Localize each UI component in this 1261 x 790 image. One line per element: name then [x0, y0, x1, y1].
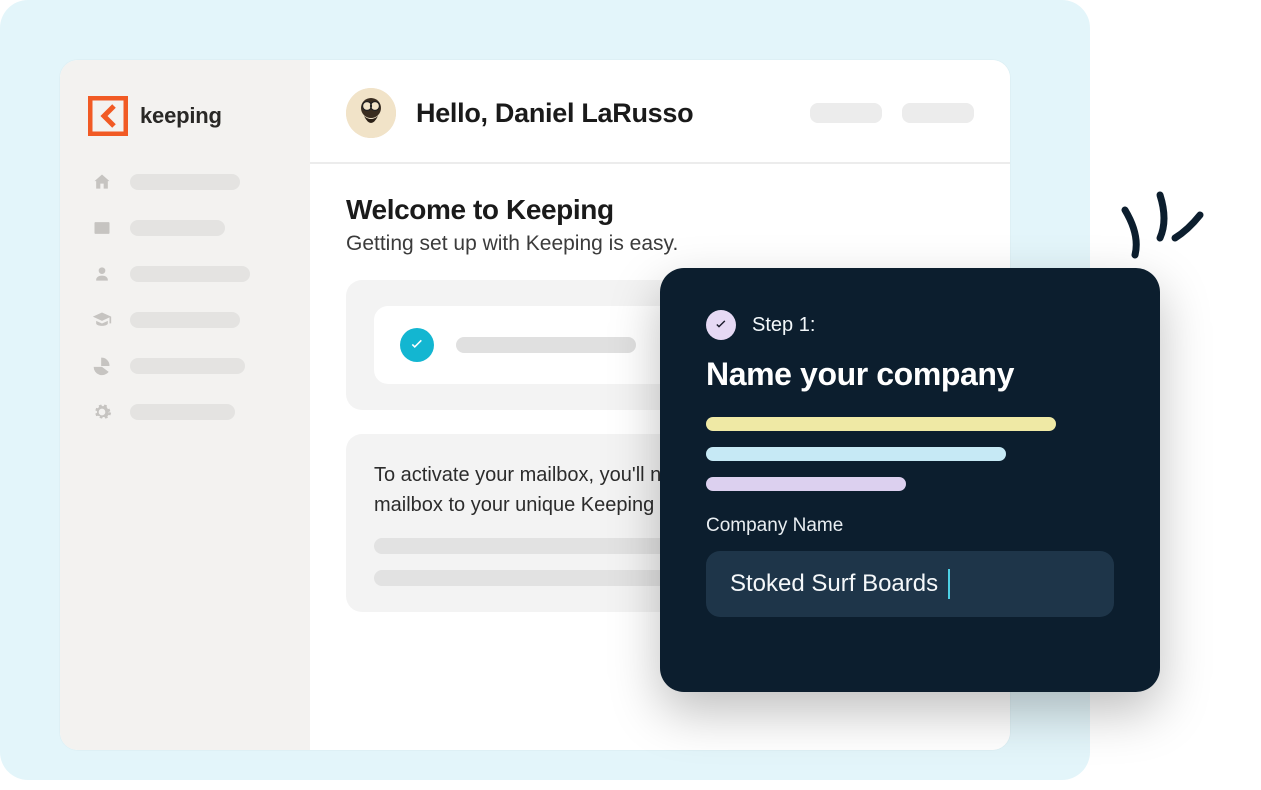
mail-icon: [92, 218, 112, 238]
nav-placeholder: [130, 312, 240, 328]
company-name-value: Stoked Surf Boards: [730, 570, 938, 598]
welcome-block: Welcome to Keeping Getting set up with K…: [346, 194, 974, 256]
step-label: Step 1:: [752, 314, 815, 337]
sidebar-nav: [88, 172, 282, 422]
gear-icon: [92, 402, 112, 422]
pie-chart-icon: [92, 356, 112, 376]
step-check-icon: [706, 310, 736, 340]
home-icon: [92, 172, 112, 192]
company-name-input[interactable]: Stoked Surf Boards: [706, 551, 1114, 617]
header-action-placeholder[interactable]: [902, 103, 974, 123]
nav-placeholder: [130, 266, 250, 282]
header-action-placeholder[interactable]: [810, 103, 882, 123]
brand-logo-icon: [88, 96, 128, 136]
nav-placeholder: [130, 174, 240, 190]
sidebar-item-reports[interactable]: [92, 356, 282, 376]
sidebar-item-settings[interactable]: [92, 402, 282, 422]
description-placeholder: [706, 477, 906, 491]
company-name-label: Company Name: [706, 515, 1114, 537]
greeting-text: Hello, Daniel LaRusso: [416, 98, 693, 129]
nav-placeholder: [130, 404, 235, 420]
avatar[interactable]: [346, 88, 396, 138]
description-placeholder: [706, 447, 1006, 461]
nav-placeholder: [130, 358, 245, 374]
description-placeholder: [706, 417, 1056, 431]
nav-placeholder: [130, 220, 225, 236]
step-header: Step 1:: [706, 310, 1114, 340]
text-cursor: [948, 569, 950, 599]
brand-name: keeping: [140, 103, 222, 129]
step-overlay-card: Step 1: Name your company Company Name S…: [660, 268, 1160, 692]
check-icon: [400, 328, 434, 362]
sidebar-item-home[interactable]: [92, 172, 282, 192]
user-icon: [92, 264, 112, 284]
header: Hello, Daniel LaRusso: [310, 60, 1010, 164]
sidebar-item-mail[interactable]: [92, 218, 282, 238]
brand: keeping: [88, 96, 282, 136]
welcome-subtitle: Getting set up with Keeping is easy.: [346, 232, 974, 256]
overlay-title: Name your company: [706, 356, 1114, 393]
graduation-icon: [92, 310, 112, 330]
sidebar: keeping: [60, 60, 310, 750]
welcome-title: Welcome to Keeping: [346, 194, 974, 226]
sidebar-item-user[interactable]: [92, 264, 282, 284]
step-title-placeholder: [456, 337, 636, 353]
sidebar-item-education[interactable]: [92, 310, 282, 330]
